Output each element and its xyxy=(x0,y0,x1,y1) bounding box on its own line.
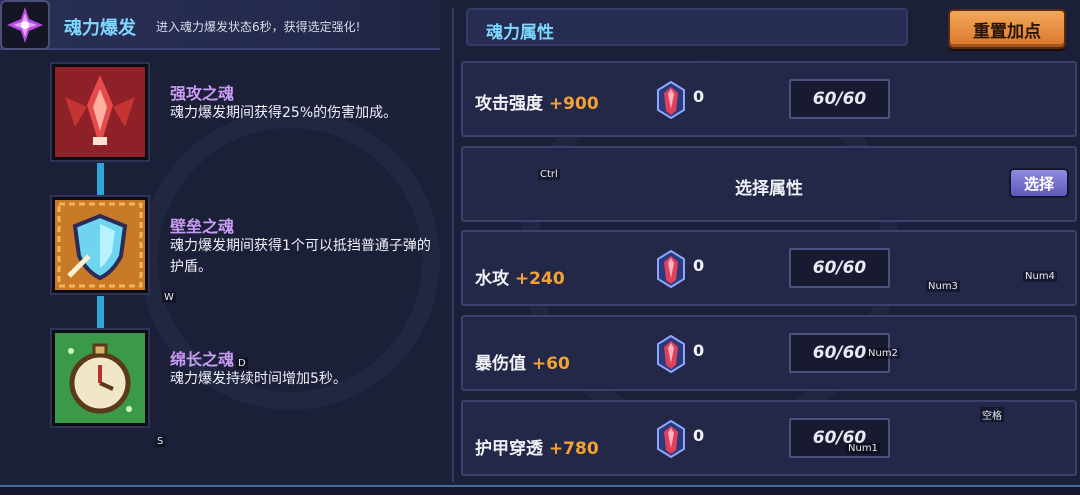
soul-gem-icon xyxy=(657,81,685,119)
select-button[interactable]: 选择 xyxy=(1009,168,1069,198)
attribute-bonus: +780 xyxy=(548,439,599,459)
soul-gem-icon xyxy=(657,335,685,373)
burst-header: 魂力爆发 进入魂力爆发状态6秒，获得选定强化! xyxy=(0,0,440,50)
skill-icon-strong-attack[interactable] xyxy=(52,64,148,160)
key-hint-num4: Num4 xyxy=(1023,271,1057,282)
soul-burst-icon xyxy=(0,0,50,50)
gem-count: 0 xyxy=(693,426,705,445)
key-hint-space: 空格 xyxy=(980,407,1004,422)
attribute-title: 魂力属性 xyxy=(486,23,554,43)
key-hint-num3: Num3 xyxy=(926,281,960,292)
skill-icon-enduring[interactable] xyxy=(52,330,148,426)
shield-icon xyxy=(55,200,145,290)
skill-name: 强攻之魂 xyxy=(170,84,235,103)
skill-chain-connector xyxy=(97,296,104,330)
gem-count: 0 xyxy=(693,256,705,275)
attribute-name: 攻击强度 +900 xyxy=(475,89,599,114)
gem-count: 0 xyxy=(693,87,705,106)
key-hint-w: W xyxy=(162,292,176,303)
attribute-name: 护甲穿透 +780 xyxy=(475,434,599,459)
red-claw-icon xyxy=(55,67,145,157)
skill-description: 魂力爆发持续时间增加5秒。 xyxy=(170,371,347,387)
key-hint-d: D xyxy=(236,358,248,369)
key-hint-num1: Num1 xyxy=(846,443,880,454)
skill-name: 壁垒之魂 xyxy=(170,217,235,236)
key-hint-s: S xyxy=(155,436,166,447)
key-hint-num2: Num2 xyxy=(866,348,900,359)
attribute-bonus: +60 xyxy=(531,354,570,374)
attribute-name: 暴伤值 +60 xyxy=(475,349,570,374)
attribute-label: 水攻 xyxy=(475,269,509,289)
burst-description: 进入魂力爆发状态6秒，获得选定强化! xyxy=(156,20,361,34)
reset-points-button[interactable]: 重置加点 xyxy=(948,9,1066,49)
soul-gem-icon xyxy=(657,420,685,458)
attribute-bonus: +240 xyxy=(514,269,565,289)
burst-title: 魂力爆发 xyxy=(64,18,136,39)
attribute-label: 暴伤值 xyxy=(475,354,526,374)
attribute-select-row: 选择属性 选择 xyxy=(461,146,1077,222)
attribute-label: 护甲穿透 xyxy=(475,439,543,459)
attribute-row: 水攻 +240 0 60/60 xyxy=(461,230,1077,306)
attribute-header: 魂力属性 xyxy=(466,8,908,46)
attribute-row: 暴伤值 +60 0 60/60 xyxy=(461,315,1077,391)
key-hint-ctrl: Ctrl xyxy=(538,169,560,180)
gem-count: 0 xyxy=(693,341,705,360)
attribute-label: 攻击强度 xyxy=(475,94,543,114)
bottom-bar xyxy=(0,485,1080,495)
soul-gem-icon xyxy=(657,250,685,288)
attribute-cap[interactable]: 60/60 xyxy=(789,248,890,288)
skill-description: 魂力爆发期间获得25%的伤害加成。 xyxy=(170,105,398,121)
skill-chain-connector xyxy=(97,163,104,197)
stopwatch-icon xyxy=(55,333,145,423)
attribute-name: 水攻 +240 xyxy=(475,264,565,289)
panel-divider xyxy=(452,8,454,482)
skill-description: 魂力爆发期间获得1个可以抵挡普通子弹的护盾。 xyxy=(170,238,431,275)
attribute-bonus: +900 xyxy=(548,94,599,114)
attribute-cap[interactable]: 60/60 xyxy=(789,79,890,119)
skill-icon-bulwark[interactable] xyxy=(52,197,148,293)
attribute-row: 攻击强度 +900 0 60/60 xyxy=(461,61,1077,137)
skill-name: 绵长之魂 xyxy=(170,350,235,369)
